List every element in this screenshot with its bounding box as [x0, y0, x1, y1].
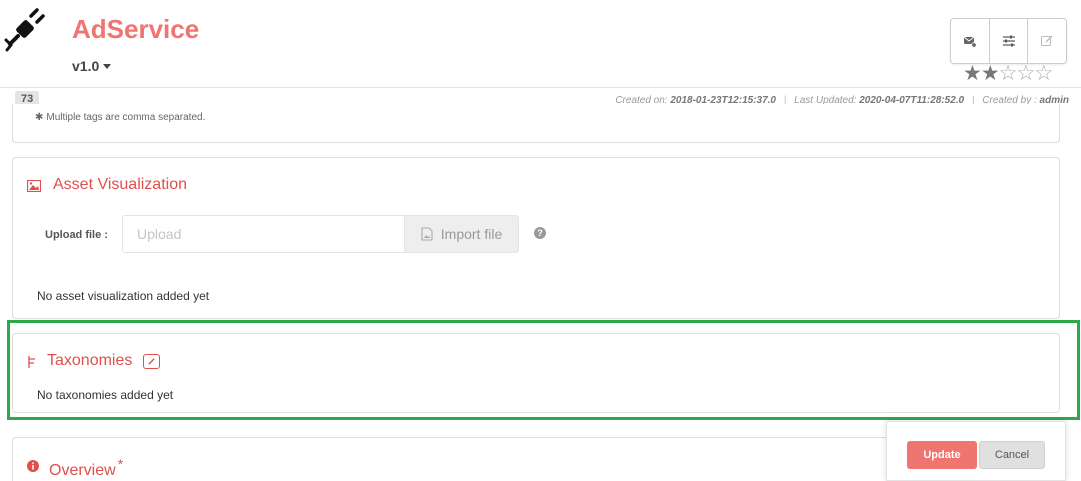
update-button[interactable]: Update [907, 441, 977, 469]
asset-visualization-panel: Asset Visualization Upload file : Import… [12, 157, 1060, 319]
settings-button[interactable] [990, 19, 1029, 63]
upload-file-input[interactable] [122, 215, 404, 253]
import-file-label: Import file [440, 226, 503, 242]
star-filled-icon[interactable]: ★ [963, 62, 982, 86]
file-image-icon [421, 227, 433, 241]
sliders-icon [1002, 35, 1015, 47]
help-icon[interactable]: ? [534, 227, 546, 239]
star-empty-icon[interactable]: ☆ [1034, 62, 1053, 86]
star-filled-icon[interactable]: ★ [981, 62, 1000, 86]
star-rating[interactable]: ★★☆☆☆ [963, 62, 1053, 86]
caret-down-icon [103, 64, 112, 69]
edit-taxonomies-icon[interactable] [143, 354, 160, 369]
asterisk-icon: ✱ [35, 112, 44, 123]
edit-icon [1041, 35, 1053, 46]
app-title: AdService [72, 14, 200, 44]
taxonomy-icon [28, 356, 35, 368]
overview-title: Overview * [49, 456, 123, 480]
message-button[interactable] [951, 19, 990, 63]
tags-help-text: Multiple tags are comma separated. [46, 112, 206, 123]
header-action-group [950, 18, 1067, 64]
image-icon [27, 180, 41, 192]
cancel-button[interactable]: Cancel [979, 441, 1045, 469]
app-header: AdService v1.0 ★★☆☆☆ [0, 0, 1081, 88]
info-icon [27, 460, 39, 472]
star-empty-icon[interactable]: ☆ [999, 62, 1018, 86]
overview-title-text: Overview [49, 462, 116, 479]
taxonomies-title: Taxonomies [47, 352, 133, 369]
pencil-icon [148, 358, 155, 365]
upload-file-label: Upload file : [45, 229, 108, 241]
taxonomies-panel: Taxonomies No taxonomies added yet [12, 333, 1060, 413]
version-dropdown[interactable]: v1.0 [72, 58, 112, 74]
tags-help: ✱ Multiple tags are comma separated. [35, 112, 205, 123]
message-icon [963, 36, 977, 48]
asset-visualization-empty-text: No asset visualization added yet [37, 289, 210, 303]
taxonomies-empty-text: No taxonomies added yet [37, 388, 174, 402]
asset-visualization-title: Asset Visualization [53, 176, 187, 193]
tags-panel: ✱ Multiple tags are comma separated. [12, 104, 1060, 143]
form-actions-bar: Update Cancel [886, 421, 1066, 481]
version-label: v1.0 [72, 58, 100, 74]
plug-icon [4, 8, 45, 52]
import-file-button[interactable]: Import file [404, 215, 519, 253]
required-marker: * [117, 456, 124, 472]
edit-button[interactable] [1028, 19, 1066, 63]
star-empty-icon[interactable]: ☆ [1016, 62, 1035, 86]
